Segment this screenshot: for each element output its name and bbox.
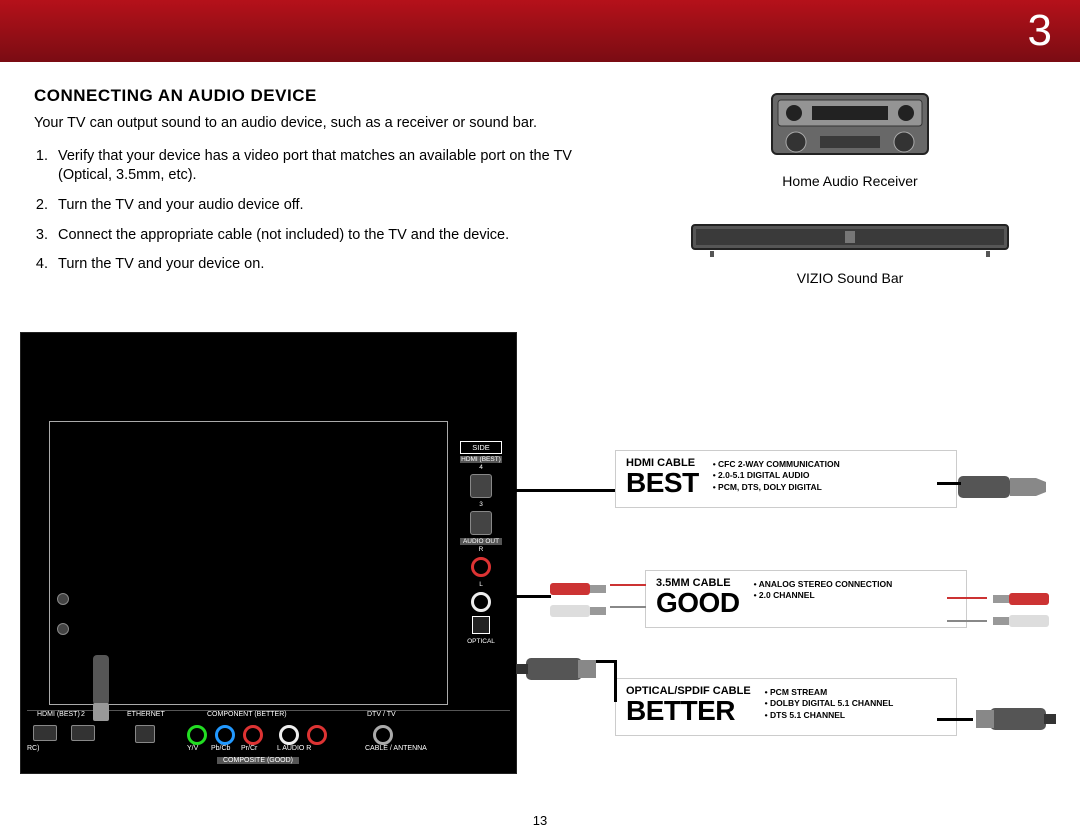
feature-item: ANALOG STEREO CONNECTION <box>754 579 893 590</box>
page-number: 13 <box>0 813 1080 828</box>
optical-plug-left-icon <box>516 650 602 690</box>
feature-item: CFC 2-WAY COMMUNICATION <box>713 459 840 470</box>
feature-item: PCM STREAM <box>765 687 894 698</box>
hdmi-port-3 <box>470 511 492 535</box>
wire-line <box>596 660 616 663</box>
port-4-label: 4 <box>460 464 502 471</box>
wire-line <box>947 597 987 599</box>
hdmi-bottom-1 <box>33 725 57 741</box>
feature-item: DTS 5.1 CHANNEL <box>765 710 894 721</box>
wire-line <box>937 482 961 485</box>
aux-features: ANALOG STEREO CONNECTION 2.0 CHANNEL <box>754 579 893 619</box>
feature-item: 2.0-5.1 DIGITAL AUDIO <box>713 470 840 481</box>
pr-port <box>243 725 263 745</box>
step-item: Verify that your device has a video port… <box>52 147 612 186</box>
wire-line <box>503 489 615 492</box>
soundbar-icon <box>690 219 1010 259</box>
optical-features: PCM STREAM DOLBY DIGITAL 5.1 CHANNEL DTS… <box>765 687 894 727</box>
side-port-panel: SIDE HDMI (BEST) 4 3 AUDIO OUT R L OPTIC… <box>460 441 502 646</box>
port-r-label: R <box>460 546 502 553</box>
section-intro: Your TV can output sound to an audio dev… <box>34 114 594 133</box>
pb-port <box>215 725 235 745</box>
audio-r-port <box>307 725 327 745</box>
chapter-number: 3 <box>1028 6 1052 56</box>
side-label: SIDE <box>460 441 502 454</box>
feature-item: DOLBY DIGITAL 5.1 CHANNEL <box>765 698 894 709</box>
pr-label: Pr/Cr <box>241 745 257 752</box>
step-item: Turn the TV and your audio device off. <box>52 196 612 216</box>
optical-rating: BETTER <box>626 695 751 727</box>
receiver-label: Home Audio Receiver <box>690 173 1010 189</box>
port-3-label: 3 <box>460 501 502 508</box>
rca-r-port <box>471 557 491 577</box>
cable-antenna-label: CABLE / ANTENNA <box>365 745 427 752</box>
component-label: COMPONENT (BETTER) <box>207 711 287 718</box>
dtv-label: DTV / TV <box>367 711 396 718</box>
optical-port <box>472 616 490 634</box>
screw-icon <box>57 593 69 605</box>
soundbar-label: VIZIO Sound Bar <box>690 270 1010 286</box>
screw-icon <box>57 623 69 635</box>
rca-plugs-right-icon <box>985 587 1055 637</box>
step-item: Connect the appropriate cable (not inclu… <box>52 226 612 246</box>
optical-plug-right-icon <box>972 700 1058 740</box>
feature-item: PCM, DTS, DOLY DIGITAL <box>713 482 840 493</box>
hdmi-connector-icon <box>958 464 1048 504</box>
optical-callout: OPTICAL/SPDIF CABLE BETTER PCM STREAM DO… <box>615 678 957 736</box>
audio-l-port <box>279 725 299 745</box>
wire-line <box>610 584 646 586</box>
feature-item: 2.0 CHANNEL <box>754 590 893 601</box>
device-illustrations: Home Audio Receiver VIZIO Sound Bar <box>690 92 1010 286</box>
hdmi-best-label: HDMI (BEST) <box>460 456 502 463</box>
aux-rating: GOOD <box>656 587 740 619</box>
connection-diagram: SIDE HDMI (BEST) 4 3 AUDIO OUT R L OPTIC… <box>20 332 1060 782</box>
wire-line <box>610 606 646 608</box>
pb-label: Pb/Cb <box>211 745 230 752</box>
hdmi-plug-icon <box>81 655 157 765</box>
y-port <box>187 725 207 745</box>
yv-label: Y/V <box>187 745 198 752</box>
wire-line <box>937 718 973 721</box>
hdmi-rating: BEST <box>626 467 699 499</box>
receiver-icon <box>770 92 930 160</box>
laudio-label: L AUDIO R <box>277 745 311 752</box>
hdmi-best-bottom-label: HDMI (BEST) <box>37 711 80 718</box>
arc-label: RC) <box>27 745 39 752</box>
audio-out-label: AUDIO OUT <box>460 538 502 545</box>
wire-line <box>947 620 987 622</box>
hdmi-callout: HDMI CABLE BEST CFC 2-WAY COMMUNICATION … <box>615 450 957 508</box>
aux-callout: 3.5MM CABLE GOOD ANALOG STEREO CONNECTIO… <box>645 570 967 628</box>
optical-label: OPTICAL <box>460 638 502 645</box>
steps-list: Verify that your device has a video port… <box>52 147 612 275</box>
wire-line <box>614 660 617 702</box>
port-l-label: L <box>460 581 502 588</box>
hdmi-features: CFC 2-WAY COMMUNICATION 2.0-5.1 DIGITAL … <box>713 459 840 499</box>
page-content: CONNECTING AN AUDIO DEVICE Your TV can o… <box>0 62 1080 275</box>
composite-label: COMPOSITE (GOOD) <box>217 757 299 764</box>
tv-back-panel: SIDE HDMI (BEST) 4 3 AUDIO OUT R L OPTIC… <box>20 332 517 774</box>
step-item: Turn the TV and your device on. <box>52 255 612 275</box>
coax-port <box>373 725 393 745</box>
hdmi-port-4 <box>470 474 492 498</box>
wire-line <box>503 595 551 598</box>
rca-l-port <box>471 592 491 612</box>
chapter-header: 3 <box>0 0 1080 62</box>
